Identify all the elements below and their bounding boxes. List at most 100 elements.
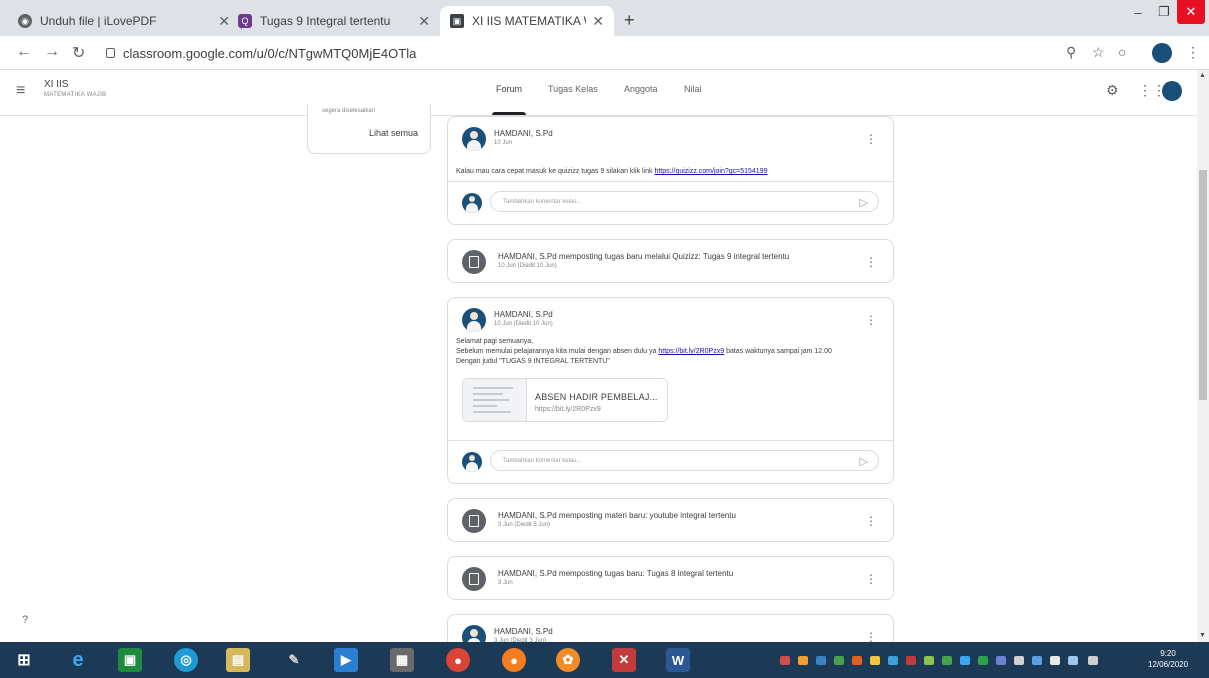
send-icon[interactable]: ▷ [860, 196, 868, 209]
tray-icon[interactable] [906, 656, 916, 665]
tools-icon[interactable]: ✎ [282, 648, 306, 672]
tab-nilai[interactable]: Nilai [684, 84, 702, 94]
quizizz-link[interactable]: https://quizizz.com/join?gc=5154199 [654, 168, 767, 175]
camera-app-icon[interactable]: ◎ [174, 648, 198, 672]
tray-icon[interactable] [1014, 656, 1024, 665]
calendar-icon[interactable]: ▦ [390, 648, 414, 672]
settings-gear-icon[interactable]: ⚙ [1106, 82, 1119, 99]
close-tab-icon[interactable]: ✕ [418, 13, 430, 30]
page-scrollbar[interactable]: ▲ ▼ [1197, 70, 1209, 642]
attachment-thumbnail [463, 379, 527, 421]
media-player-icon[interactable]: ▶ [334, 648, 358, 672]
upcoming-subtitle: segera diselesaikan [322, 108, 376, 114]
divider [448, 181, 893, 182]
more-options-icon[interactable]: ⋮ [865, 515, 877, 527]
internet-explorer-icon[interactable]: e [66, 648, 90, 672]
reload-icon[interactable]: ↻ [72, 43, 85, 63]
tab-anggota[interactable]: Anggota [624, 84, 658, 94]
extension-icon[interactable]: ○ [1118, 44, 1126, 60]
tray-icon[interactable] [888, 656, 898, 665]
main-menu-icon[interactable]: ≡ [16, 82, 25, 100]
browser-toolbar: ← → ↻ classroom.google.com/u/0/c/NTgwMTQ… [0, 36, 1209, 70]
clock-date: 12/06/2020 [1148, 660, 1189, 669]
comment-placeholder: Tambahkan komentar kelas... [503, 198, 582, 205]
divider [448, 440, 893, 441]
zoom-icon[interactable]: ⚲ [1066, 44, 1076, 61]
tab-forum[interactable]: Forum [491, 84, 527, 115]
tab-title: XI IIS MATEMATIKA WAJIB [472, 14, 586, 28]
browser-profile-avatar[interactable] [1152, 43, 1172, 63]
window-close-icon[interactable]: ✕ [1177, 0, 1205, 24]
browser-tab-ilovepdf[interactable]: ◉ Unduh file | iLovePDF ✕ [8, 6, 240, 36]
account-avatar[interactable] [1162, 81, 1182, 101]
send-icon[interactable]: ▷ [860, 455, 868, 468]
more-options-icon[interactable]: ⋮ [865, 314, 877, 326]
post-body: Selamat pagi semuanya, Sebelum memulai p… [456, 337, 832, 367]
bookmark-star-icon[interactable]: ☆ [1092, 44, 1105, 61]
assignment-icon [462, 567, 486, 591]
more-options-icon[interactable]: ⋮ [865, 133, 877, 145]
activity-card[interactable]: HAMDANI, S.Pd memposting tugas baru mela… [447, 239, 894, 283]
tab-tugas-kelas[interactable]: Tugas Kelas [548, 84, 598, 94]
tray-icon[interactable] [834, 656, 844, 665]
tray-icon[interactable] [996, 656, 1006, 665]
scroll-up-icon[interactable]: ▲ [1199, 72, 1206, 79]
more-options-icon[interactable]: ⋮ [865, 573, 877, 585]
commenter-avatar [462, 193, 482, 213]
more-options-icon[interactable]: ⋮ [865, 256, 877, 268]
post-author: HAMDANI, S.Pd [494, 627, 553, 636]
activity-date: 3 Jun [498, 580, 513, 586]
tray-icon[interactable] [816, 656, 826, 665]
tray-icon[interactable] [960, 656, 970, 665]
word-icon[interactable]: W [666, 648, 690, 672]
forward-icon[interactable]: → [44, 43, 60, 61]
chrome-icon[interactable]: ● [446, 648, 470, 672]
windows-taskbar: ⊞ e ▣ ◎ ▤ ✎ ▶ ▦ ● ● ✿ ✕ W 9:20 12/06/202… [0, 642, 1209, 678]
tray-icon[interactable] [1032, 656, 1042, 665]
scroll-down-icon[interactable]: ▼ [1199, 632, 1206, 639]
commenter-avatar [462, 452, 482, 472]
tray-icon[interactable] [978, 656, 988, 665]
language-icon[interactable] [1088, 656, 1098, 665]
file-explorer-icon[interactable]: ▤ [226, 648, 250, 672]
activity-date: 3 Jun (Diedit 5 Jun) [498, 522, 551, 528]
help-icon[interactable]: ? [22, 614, 28, 626]
browser-tab-classroom[interactable]: ▣ XI IIS MATEMATIKA WAJIB ✕ [440, 6, 614, 36]
view-all-link[interactable]: Lihat semua [369, 128, 418, 138]
post-author: HAMDANI, S.Pd [494, 129, 553, 138]
scrollbar-thumb[interactable] [1199, 170, 1207, 400]
upcoming-card: segera diselesaikan Lihat semua [307, 104, 431, 154]
minimize-icon[interactable]: – [1125, 0, 1151, 24]
restore-icon[interactable]: ❐ [1151, 0, 1177, 24]
tray-icon[interactable] [780, 656, 790, 665]
absen-link[interactable]: https://bit.ly/2R0Pzx9 [658, 348, 724, 355]
network-icon[interactable] [942, 656, 952, 665]
store-icon[interactable]: ▣ [118, 648, 142, 672]
activity-card[interactable]: HAMDANI, S.Pd memposting tugas baru: Tug… [447, 556, 894, 600]
close-tab-icon[interactable]: ✕ [592, 13, 604, 30]
tray-icon[interactable] [870, 656, 880, 665]
tray-icon[interactable] [798, 656, 808, 665]
taskbar-clock[interactable]: 9:20 12/06/2020 [1148, 648, 1188, 670]
windows-start-icon[interactable]: ⊞ [12, 648, 36, 672]
clock-time: 9:20 [1160, 649, 1176, 658]
app-icon[interactable]: ✿ [556, 648, 580, 672]
firefox-icon[interactable]: ● [502, 648, 526, 672]
comment-input[interactable]: Tambahkan komentar kelas... ▷ [490, 450, 879, 471]
browser-tab-quizizz[interactable]: Q Tugas 9 Integral tertentu ✕ [228, 6, 440, 36]
back-icon[interactable]: ← [16, 43, 32, 61]
comment-input[interactable]: Tambahkan komentar kelas... ▷ [490, 191, 879, 212]
battery-icon[interactable] [1050, 656, 1060, 665]
post-line: Selamat pagi semuanya, [456, 338, 534, 345]
link-attachment[interactable]: ABSEN HADIR PEMBELAJ... https://bit.ly/2… [462, 378, 668, 422]
address-bar[interactable]: classroom.google.com/u/0/c/NTgwMTQ0MjE4O… [106, 41, 1106, 65]
pdf-icon[interactable]: ✕ [612, 648, 636, 672]
tray-icon[interactable] [852, 656, 862, 665]
volume-icon[interactable] [1068, 656, 1078, 665]
class-name[interactable]: XI IIS [44, 79, 68, 90]
tray-icon[interactable] [924, 656, 934, 665]
activity-card[interactable]: HAMDANI, S.Pd memposting materi baru: yo… [447, 498, 894, 542]
new-tab-icon[interactable]: + [624, 10, 635, 31]
browser-menu-icon[interactable]: ⋮ [1186, 44, 1200, 61]
post-card: HAMDANI, S.Pd 10 Jun ⋮ Kalau mau cara ce… [447, 116, 894, 225]
